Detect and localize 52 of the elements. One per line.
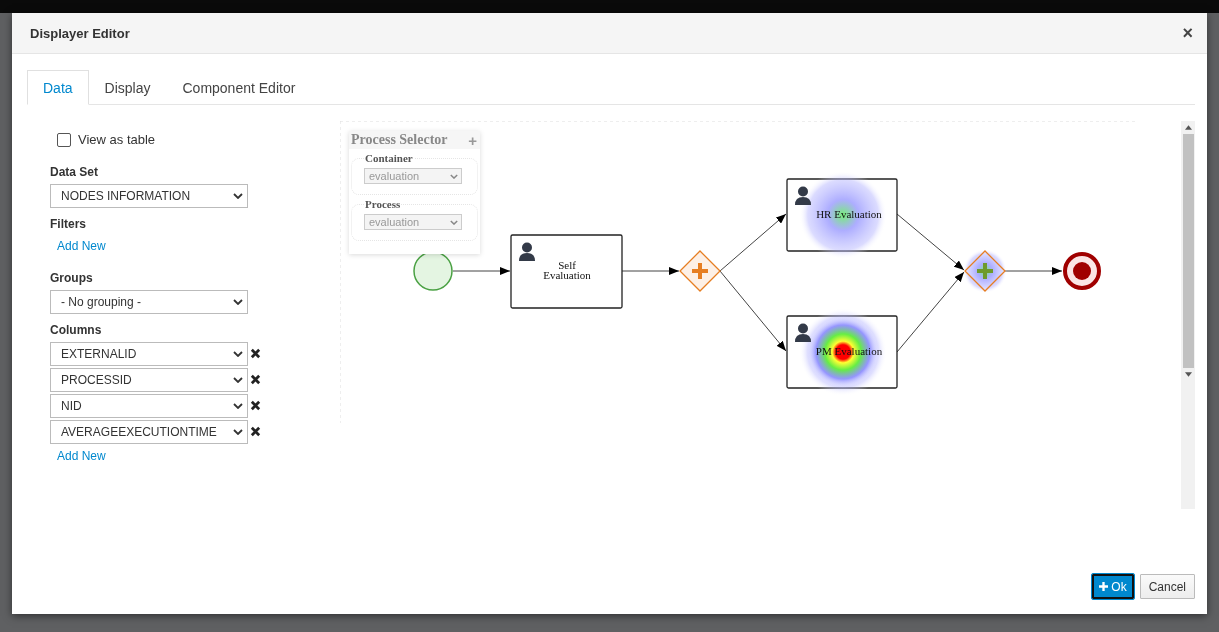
add-new-link[interactable]: Add New	[57, 449, 106, 463]
chevron-icon	[450, 219, 458, 225]
checkbox[interactable]	[57, 132, 71, 147]
chevron-icon	[233, 351, 243, 357]
column-dropdown[interactable]: PROCESSID	[50, 368, 248, 392]
user-icon	[795, 186, 811, 205]
groups-dropdown[interactable]: - No grouping -	[50, 290, 248, 314]
column-dropdown[interactable]: EXTERNALID	[50, 342, 248, 366]
task-label: Self	[558, 259, 576, 271]
flow-arrow	[621, 267, 680, 275]
cancel-button[interactable]: Cancel	[1139, 574, 1195, 599]
field-label: Filters	[50, 217, 86, 231]
field-label: Data Set	[50, 165, 99, 179]
user-icon	[795, 323, 811, 342]
chevron-icon	[450, 173, 458, 179]
tab[interactable]: Display	[88, 70, 167, 105]
tab[interactable]: Component Editor	[166, 70, 312, 105]
chevron-icon	[233, 403, 243, 409]
fieldset-label: Process	[364, 198, 402, 210]
remove-icon[interactable]	[250, 425, 261, 437]
user-icon	[519, 242, 535, 261]
column-dropdown[interactable]: AVERAGEEXECUTIONTIME	[50, 420, 248, 444]
field-label: Columns	[50, 323, 102, 337]
scrollbar[interactable]	[1181, 121, 1195, 509]
task-label: HR Evaluation	[816, 208, 882, 220]
chevron-icon	[233, 377, 243, 383]
tab[interactable]: Data	[27, 70, 89, 105]
chevron-icon	[233, 429, 243, 435]
chevron-icon	[233, 299, 243, 305]
scroll-down-icon[interactable]	[1184, 372, 1192, 377]
flow-arrow	[1004, 267, 1063, 275]
fieldset-label: Container	[364, 152, 414, 164]
flow-arrow	[896, 213, 965, 271]
close-button[interactable]: ×	[1180, 22, 1195, 44]
dialog-title: Displayer Editor	[30, 25, 130, 41]
flow-arrow	[719, 213, 787, 272]
chevron-icon	[233, 193, 243, 199]
panel-title: Process Selector	[351, 132, 448, 148]
add-new-link[interactable]: Add New	[57, 239, 106, 253]
remove-icon[interactable]	[250, 399, 261, 411]
field-label: Groups	[50, 271, 93, 285]
flow-arrow	[452, 267, 511, 275]
dataset-dropdown[interactable]: NODES INFORMATION	[50, 184, 248, 208]
checkbox-label: View as table	[78, 132, 156, 147]
remove-icon[interactable]	[250, 373, 261, 385]
task-label: Evaluation	[543, 269, 591, 281]
column-dropdown[interactable]: NID	[50, 394, 248, 418]
scroll-up-icon[interactable]	[1184, 125, 1192, 130]
plus-icon	[1099, 582, 1109, 591]
scroll-thumb[interactable]	[1182, 134, 1194, 368]
remove-icon[interactable]	[250, 347, 261, 359]
ok-button[interactable]: Ok	[1092, 574, 1134, 599]
